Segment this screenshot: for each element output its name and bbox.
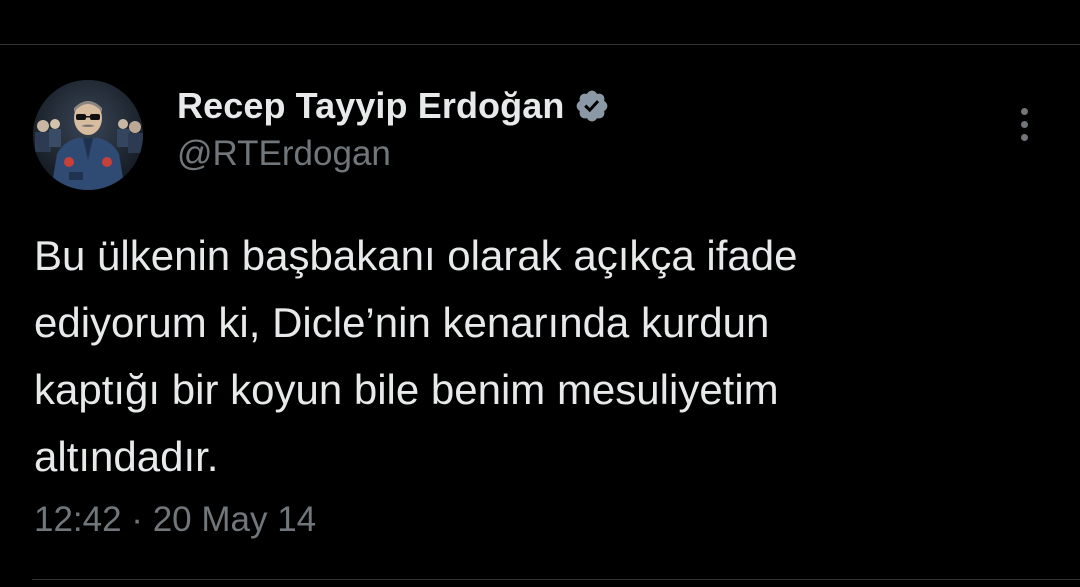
tweet-text-line: Bu ülkenin başbakanı olarak açıkça ifade [34, 232, 798, 279]
author-name-row: Recep Tayyip Erdoğan [177, 82, 610, 130]
avatar[interactable] [33, 80, 143, 190]
tweet-text-line: altındadır. [34, 433, 219, 480]
bottom-divider [32, 579, 1080, 580]
more-vertical-icon-dot [1020, 133, 1028, 141]
profile-photo [33, 80, 143, 190]
author-handle[interactable]: @RTErdogan [177, 134, 391, 174]
more-vertical-icon-dot [1020, 120, 1028, 128]
verified-badge-icon[interactable] [574, 88, 610, 124]
more-vertical-icon [1020, 107, 1028, 115]
tweet-text: Bu ülkenin başbakanı olarak açıkça ifade… [34, 222, 1044, 490]
more-options-button[interactable] [1006, 102, 1042, 146]
top-divider [0, 44, 1080, 45]
tweet-text-line: kaptığı bir koyun bile benim mesuliyetim [34, 366, 779, 413]
author-display-name[interactable]: Recep Tayyip Erdoğan [177, 85, 564, 127]
tweet-text-line: ediyorum ki, Dicle’nin kenarında kurdun [34, 299, 770, 346]
tweet-timestamp[interactable]: 12:42 · 20 May 14 [34, 500, 316, 540]
